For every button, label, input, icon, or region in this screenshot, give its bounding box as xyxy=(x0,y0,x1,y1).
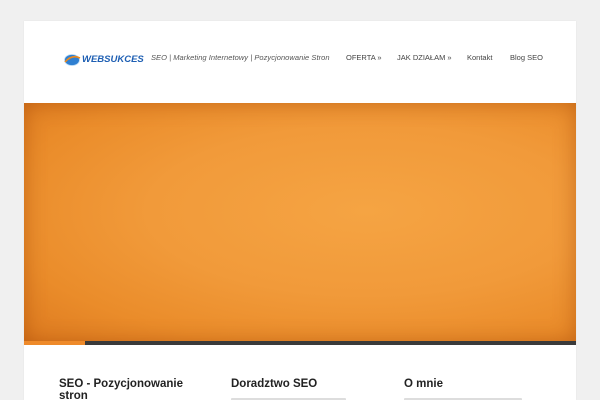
page-container: WEBSUKCES SEO | Marketing Internetowy | … xyxy=(24,21,576,400)
site-header: WEBSUKCES SEO | Marketing Internetowy | … xyxy=(24,21,576,103)
nav-item-oferta[interactable]: OFERTA » xyxy=(346,53,382,62)
nav-item-blog-seo[interactable]: Blog SEO xyxy=(510,53,543,62)
slider-progress-track xyxy=(24,341,576,345)
nav-item-kontakt[interactable]: Kontakt xyxy=(467,53,492,62)
widget-title-doradztwo: Doradztwo SEO xyxy=(231,378,318,390)
widget-title-o-mnie: O mnie xyxy=(404,378,443,390)
widget-title-seo: SEO - Pozycjonowanie stron xyxy=(59,378,183,400)
nav-item-jak-dzialam[interactable]: JAK DZIAŁAM » xyxy=(397,53,452,62)
hero-slider[interactable] xyxy=(24,103,576,343)
slider-progress-fill xyxy=(24,341,85,345)
main-nav: OFERTA » JAK DZIAŁAM » Kontakt Blog SEO xyxy=(24,53,576,65)
